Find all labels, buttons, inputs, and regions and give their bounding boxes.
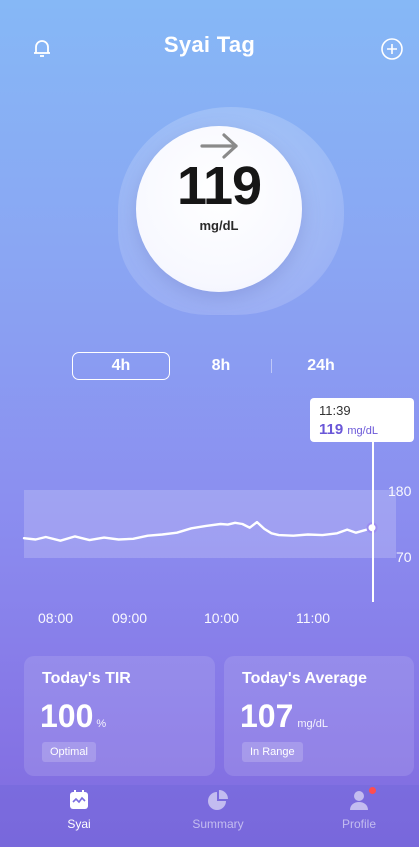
average-unit: mg/dL: [297, 718, 328, 730]
glucose-series-line: [22, 520, 374, 542]
add-icon[interactable]: [380, 37, 404, 61]
tab-24h[interactable]: 24h: [296, 352, 346, 380]
glucose-value: 119: [176, 156, 262, 216]
tooltip-time: 11:39: [319, 403, 351, 418]
glucose-unit: mg/dL: [199, 218, 239, 233]
tir-title: Today's TIR: [42, 670, 131, 687]
tir-status-badge: Optimal: [42, 742, 96, 762]
nav-item-syai[interactable]: Syai: [52, 789, 106, 831]
tooltip-value: 119: [319, 421, 344, 438]
average-value: 107: [240, 698, 294, 734]
tab-divider: [271, 359, 272, 373]
tooltip-value-wrap: 119 mg/dL: [319, 421, 378, 438]
nav-item-summary[interactable]: Summary: [188, 789, 248, 831]
nav-item-profile[interactable]: Profile: [332, 787, 386, 831]
tir-value: 100: [40, 698, 94, 734]
x-tick-0900: 09:00: [112, 610, 148, 626]
average-title: Today's Average: [242, 670, 368, 687]
tir-value-wrap: 100%: [40, 698, 106, 735]
profile-icon: [348, 787, 376, 811]
tir-card[interactable]: Today's TIR 100% Optimal: [24, 656, 215, 776]
bottom-nav: Syai Summary Profile: [0, 785, 419, 847]
tooltip-unit: mg/dL: [347, 425, 378, 437]
nav-label-summary: Summary: [192, 817, 244, 831]
x-tick-1000: 10:00: [204, 610, 240, 626]
x-tick-0800: 08:00: [38, 610, 74, 626]
average-status-badge: In Range: [242, 742, 303, 762]
tab-8h[interactable]: 8h: [196, 352, 246, 380]
x-tick-1100: 11:00: [296, 610, 330, 626]
reading-tooltip: 11:39 119 mg/dL: [310, 398, 414, 442]
notification-dot: [369, 787, 376, 794]
average-card[interactable]: Today's Average 107 mg/dL In Range: [224, 656, 414, 776]
average-value-wrap: 107 mg/dL: [240, 698, 328, 735]
pie-chart-icon: [207, 789, 229, 811]
home-chart-icon: [68, 789, 90, 811]
tir-unit: %: [96, 718, 107, 730]
nav-label-profile: Profile: [341, 817, 376, 831]
cursor-line: [372, 442, 374, 602]
nav-label-syai: Syai: [67, 817, 91, 831]
app-title: Syai Tag: [163, 32, 256, 57]
tab-4h[interactable]: 4h: [72, 352, 170, 380]
